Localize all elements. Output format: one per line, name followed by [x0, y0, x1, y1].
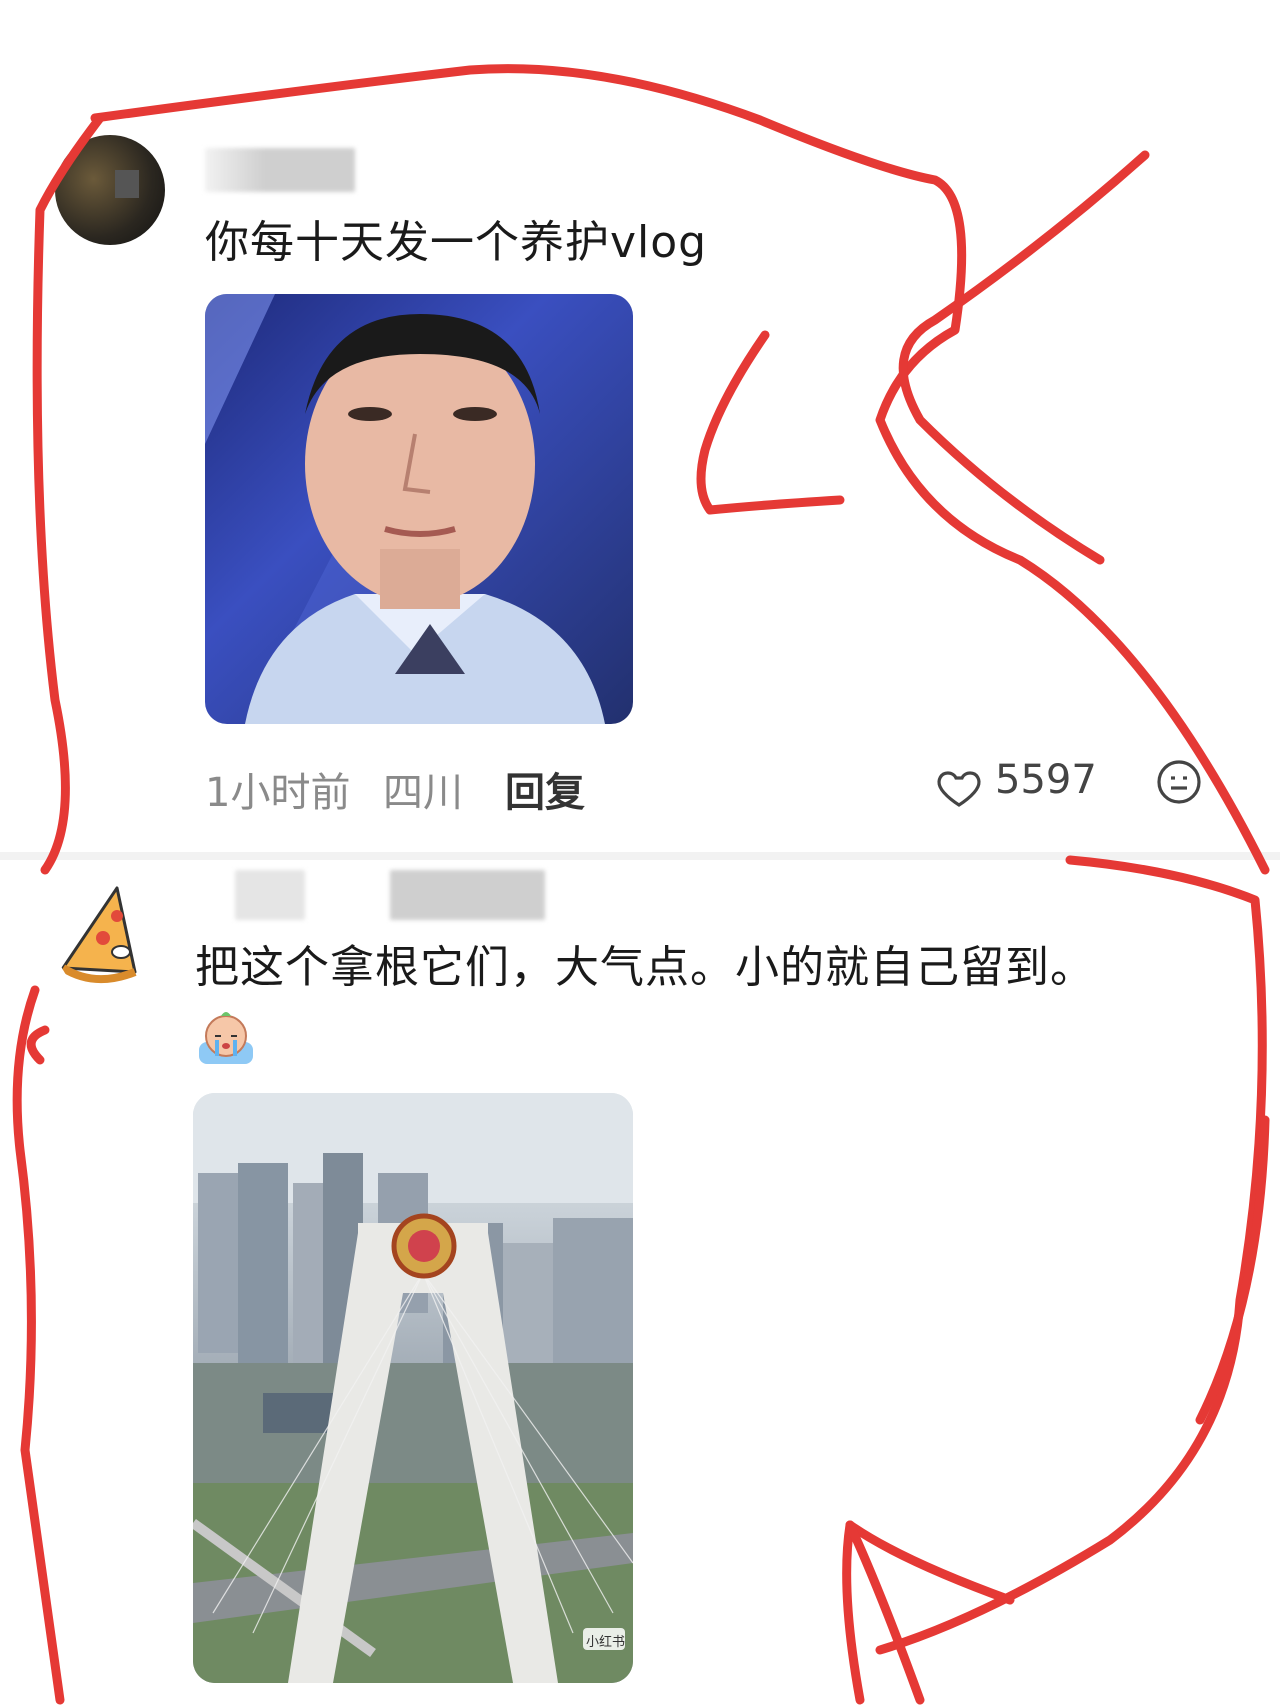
neutral-face-icon[interactable]	[1155, 758, 1203, 806]
bridge-city-photo	[193, 1093, 633, 1683]
comment-text: 把这个拿根它们，大气点。小的就自己留到。	[195, 942, 1095, 993]
meme-man-face	[205, 294, 605, 724]
comment-2: 把这个拿根它们，大气点。小的就自己留到。 小红书	[0, 860, 1280, 1706]
avatar[interactable]	[55, 880, 175, 1000]
comment-text: 你每十天发一个养护vlog	[205, 217, 708, 268]
comment-1: 你每十天发一个养护vlog 1小时前 四川 回复 5597	[0, 0, 1280, 850]
comment-image-meme[interactable]	[205, 294, 633, 724]
comment-time: 1小时前	[205, 770, 351, 816]
comment-divider	[0, 852, 1280, 860]
comment-location: 四川	[383, 770, 463, 816]
username-blurred-2[interactable]	[390, 870, 545, 920]
username-blurred[interactable]	[205, 148, 355, 192]
avatar[interactable]	[55, 135, 165, 245]
image-watermark: 小红书	[586, 1635, 626, 1650]
username-blurred[interactable]	[235, 870, 305, 920]
heart-icon	[937, 771, 981, 807]
comment-image-bridge[interactable]: 小红书	[193, 1093, 633, 1683]
like-button[interactable]: 5597	[935, 757, 1097, 813]
pizza-avatar-icon	[60, 886, 137, 984]
like-count: 5597	[995, 757, 1097, 803]
crying-emoji	[195, 1008, 257, 1070]
reply-button[interactable]: 回复	[505, 760, 585, 818]
